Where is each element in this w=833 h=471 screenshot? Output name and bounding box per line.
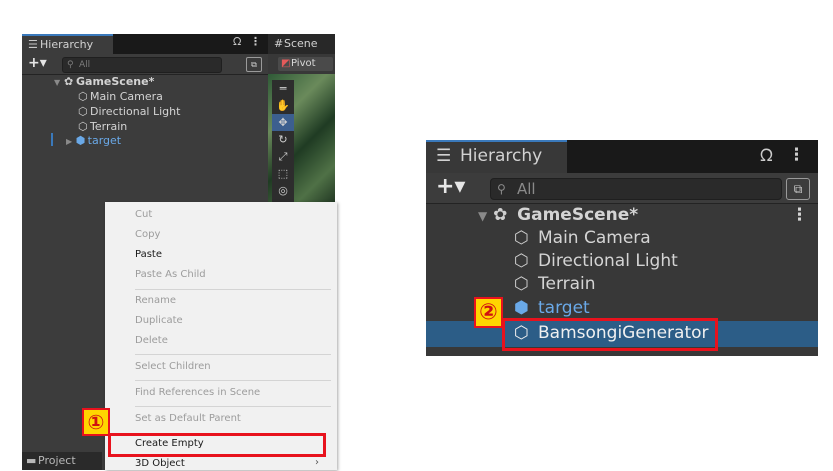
search-input[interactable]: ⚲ All — [62, 57, 222, 73]
tab-scene[interactable]: # Scene — [268, 34, 335, 54]
add-dropdown-button[interactable]: +▾ — [436, 175, 465, 199]
menu-separator — [135, 289, 331, 290]
tree-item-label: Directional Light — [538, 251, 678, 271]
list-icon: ☰ — [28, 38, 38, 51]
unity-scene-icon: ✿ — [64, 75, 74, 88]
tab-project[interactable]: ▬ Project — [22, 452, 102, 470]
search-input[interactable]: ⚲ All — [490, 178, 782, 200]
tab-hierarchy-label: Hierarchy — [460, 146, 543, 166]
lock-icon[interactable]: ᘯ — [233, 35, 241, 49]
menu-item-copy[interactable]: Copy — [135, 228, 160, 242]
pivot-icon: ◩ — [281, 58, 291, 69]
prefab-icon: ⬢ — [514, 298, 529, 318]
menu-separator — [135, 406, 331, 407]
transform-tool-icon[interactable]: ◎ — [272, 182, 294, 199]
tree-item-label: target — [538, 298, 590, 318]
rect-tool-icon[interactable]: ⬚ — [272, 165, 294, 182]
menu-item-select-children[interactable]: Select Children — [135, 360, 211, 374]
highlight-box-bamsongigenerator — [502, 318, 718, 351]
tree-item-target[interactable]: ▶ ⬢ target — [66, 133, 121, 148]
menu-item-cut[interactable]: Cut — [135, 208, 152, 222]
scene-view[interactable]: ═ ✋ ✥ ↻ ⤢ ⬚ ◎ — [268, 74, 335, 204]
tab-scene-label: Scene — [284, 37, 318, 50]
pivot-label: Pivot — [291, 58, 316, 69]
tree-item-label: Main Camera — [90, 90, 163, 103]
hierarchy-toolbar: +▾ ⚲ All ⧉ — [22, 54, 268, 75]
hierarchy-toolbar: +▾ ⚲ All ⧉ — [426, 173, 818, 204]
rotate-tool-icon[interactable]: ↻ — [272, 131, 294, 148]
menu-item-set-default-parent[interactable]: Set as Default Parent — [135, 412, 241, 426]
tree-item-label: Main Camera — [538, 228, 651, 248]
tree-item-target[interactable]: ⬢ target — [514, 297, 590, 320]
expand-arrow-icon[interactable]: ▶ — [66, 137, 72, 146]
search-icon: ⚲ — [497, 182, 506, 196]
grip-icon[interactable]: ═ — [272, 80, 294, 97]
step-badge-1: ① — [82, 408, 110, 436]
tab-hierarchy[interactable]: ☰ Hierarchy — [22, 34, 113, 54]
expand-arrow-icon[interactable]: ▼ — [478, 209, 487, 223]
menu-item-3d-object[interactable]: 3D Object — [135, 457, 185, 471]
menu-item-rename[interactable]: Rename — [135, 294, 176, 308]
expand-arrow-icon[interactable]: ▼ — [54, 78, 60, 87]
tree-item-main-camera[interactable]: ⬡ Main Camera — [514, 227, 651, 250]
tree-item-terrain[interactable]: ⬡ Terrain — [514, 273, 596, 296]
tree-item-directional-light[interactable]: ⬡ Directional Light — [78, 104, 180, 119]
context-menu: Cut Copy Paste Paste As Child Rename Dup… — [105, 202, 337, 470]
menu-separator — [135, 380, 331, 381]
prefab-override-bar — [51, 133, 53, 146]
tree-item-label: Terrain — [90, 120, 128, 133]
tab-hierarchy[interactable]: ☰ Hierarchy — [426, 140, 567, 173]
cube-icon: ⬡ — [78, 90, 88, 103]
cube-icon: ⬡ — [78, 105, 88, 118]
more-options-icon[interactable]: ⋮ — [788, 145, 805, 165]
menu-item-duplicate[interactable]: Duplicate — [135, 314, 183, 328]
scene-tools: ═ ✋ ✥ ↻ ⤢ ⬚ ◎ — [272, 80, 294, 204]
scene-visibility-icon[interactable]: ⧉ — [246, 57, 262, 72]
tab-project-label: Project — [38, 454, 76, 467]
hash-icon: # — [274, 37, 284, 50]
tree-item-label: GameScene* — [517, 205, 639, 225]
tree-item-label: target — [87, 134, 122, 147]
cube-icon: ⬡ — [514, 274, 529, 294]
unity-scene-icon: ✿ — [493, 205, 508, 225]
lock-icon[interactable]: ᘯ — [760, 146, 773, 166]
tree-item-directional-light[interactable]: ⬡ Directional Light — [514, 250, 678, 273]
move-tool-icon[interactable]: ✥ — [272, 114, 294, 131]
list-icon: ☰ — [436, 146, 452, 166]
menu-item-paste[interactable]: Paste — [135, 248, 162, 262]
more-options-icon[interactable]: ⋮ — [250, 35, 261, 48]
tree-item-label: GameScene* — [76, 75, 155, 88]
search-placeholder: All — [517, 180, 536, 198]
tree-item-gamescene[interactable]: ▼ ✿ GameScene* — [54, 74, 154, 89]
tree-item-main-camera[interactable]: ⬡ Main Camera — [78, 89, 163, 104]
cube-icon: ⬡ — [78, 120, 88, 133]
search-icon: ⚲ — [67, 60, 74, 70]
highlight-box-create-empty — [108, 433, 326, 457]
submenu-arrow-icon: › — [315, 457, 319, 468]
scale-tool-icon[interactable]: ⤢ — [272, 148, 294, 165]
scene-visibility-icon[interactable]: ⧉ — [786, 178, 810, 200]
scene-toolbar: ◩ Pivot — [268, 54, 335, 74]
menu-separator — [135, 354, 331, 355]
cube-icon: ⬡ — [514, 251, 529, 271]
add-dropdown-button[interactable]: +▾ — [28, 54, 47, 72]
tree-item-label: Directional Light — [90, 105, 181, 118]
menu-item-delete[interactable]: Delete — [135, 334, 168, 348]
search-placeholder: All — [79, 60, 91, 70]
step-badge-2: ② — [474, 297, 503, 328]
menu-item-paste-as-child[interactable]: Paste As Child — [135, 268, 206, 282]
pivot-dropdown[interactable]: ◩ Pivot — [278, 57, 333, 71]
tree-item-terrain[interactable]: ⬡ Terrain — [78, 119, 127, 134]
hand-tool-icon[interactable]: ✋ — [272, 97, 294, 114]
folder-icon: ▬ — [26, 454, 37, 467]
tree-item-gamescene[interactable]: ▼ ✿ GameScene* ⋮ — [478, 204, 808, 227]
more-options-icon[interactable]: ⋮ — [791, 204, 808, 227]
prefab-icon: ⬢ — [75, 134, 86, 147]
tree-item-label: Terrain — [538, 274, 596, 294]
tab-hierarchy-label: Hierarchy — [40, 38, 94, 51]
menu-item-find-references[interactable]: Find References in Scene — [135, 386, 260, 400]
cube-icon: ⬡ — [514, 228, 529, 248]
